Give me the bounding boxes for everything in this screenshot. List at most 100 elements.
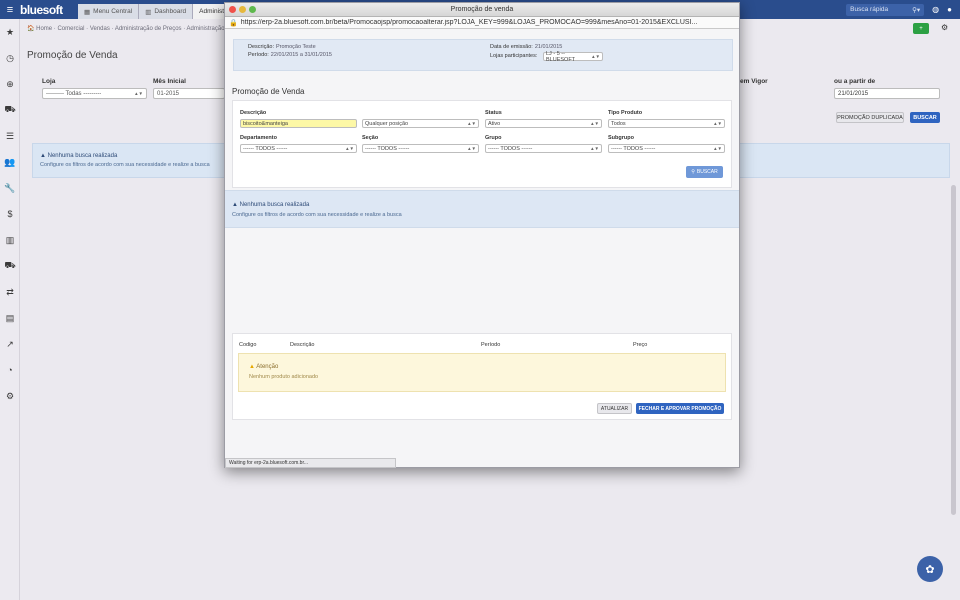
tab-label: Menu Central bbox=[93, 8, 133, 15]
promocao-popup-window: Promoção de venda 🔒 https://erp-2a.blueso… bbox=[224, 2, 740, 468]
add-green-button[interactable]: + bbox=[913, 23, 929, 34]
grupo-value: ------ TODOS ------ bbox=[488, 145, 533, 152]
maximize-window-icon[interactable] bbox=[249, 6, 256, 13]
lojas-participantes-value: LJ - 5 -- BLUESOFT bbox=[546, 50, 576, 63]
info-subtitle: Configure os filtros de acordo com sua n… bbox=[40, 162, 210, 168]
a-partir-date-input[interactable]: 21/01/2015 bbox=[834, 88, 940, 99]
users-icon[interactable]: 👥 bbox=[0, 149, 20, 175]
descricao-input[interactable]: biscoito&manteiga bbox=[240, 119, 357, 128]
status-select[interactable]: Ativo ▲▼ bbox=[485, 119, 602, 128]
tipo-produto-select[interactable]: Todos ▲▼ bbox=[608, 119, 725, 128]
address-bar[interactable]: 🔒 https://erp-2a.bluesoft.com.br/beta/Pro… bbox=[225, 17, 739, 29]
popup-section-title: Promoção de Venda bbox=[232, 87, 305, 96]
warning-icon: ▲ bbox=[232, 202, 240, 208]
mes-inicial-select[interactable]: 01-2015 bbox=[153, 88, 225, 99]
select-arrow-icon: ▲▼ bbox=[713, 146, 722, 151]
summary-periodo: Período: 22/01/2015 a 31/01/2015 bbox=[248, 52, 332, 58]
tipo-produto-label: Tipo Produto bbox=[608, 110, 643, 116]
select-arrow-icon: ▲▼ bbox=[467, 146, 476, 151]
lojas-participantes-select[interactable]: LJ - 5 -- BLUESOFT ▲▼ bbox=[543, 50, 603, 63]
filter-form: Descrição biscoito&manteiga Qualquer pos… bbox=[232, 100, 732, 188]
secao-select[interactable]: ------ TODOS ------ ▲▼ bbox=[362, 144, 479, 153]
grupo-select[interactable]: ------ TODOS ------ ▲▼ bbox=[485, 144, 602, 153]
descricao-label: Descrição bbox=[240, 110, 267, 116]
popup-buscar-label: BUSCAR bbox=[696, 169, 718, 175]
document-icon[interactable]: ▤ bbox=[0, 305, 20, 331]
popup-title: Promoção de venda bbox=[450, 6, 514, 13]
a-partir-label: ou a partir de bbox=[834, 78, 876, 85]
truck-icon[interactable]: ⛟ bbox=[0, 253, 20, 279]
page-title: Promoção de Venda bbox=[27, 50, 118, 61]
loja-select[interactable]: --------- Todas --------- ▲▼ bbox=[42, 88, 147, 99]
settings-icon[interactable]: ⚙ bbox=[941, 23, 948, 32]
app-logo[interactable]: bluesoft bbox=[20, 3, 63, 17]
empty-warning: ▲ Atenção Nenhum produto adicionado bbox=[238, 353, 726, 392]
bar-chart-icon[interactable]: ▥ bbox=[0, 227, 20, 253]
list-icon[interactable]: ☰ bbox=[0, 123, 20, 149]
help-fab-icon[interactable]: ✿ bbox=[917, 556, 943, 582]
summary-descricao-value: Promoção Teste bbox=[275, 44, 316, 50]
select-arrow-icon: ▲▼ bbox=[591, 54, 600, 59]
breadcrumb: 🏠 Home · Comercial · Vendas · Administra… bbox=[27, 26, 225, 32]
warning-text: Nenhum produto adicionado bbox=[249, 374, 319, 380]
quick-search-placeholder: Busca rápida bbox=[850, 6, 889, 13]
tab-dashboard[interactable]: ▥ Dashboard bbox=[139, 4, 194, 19]
summary-descricao: Descrição: Promoção Teste bbox=[248, 44, 316, 50]
fechar-aprovar-button[interactable]: FECHAR E APROVAR PROMOÇÃO bbox=[636, 403, 724, 414]
departamento-label: Departamento bbox=[240, 135, 277, 141]
secao-label: Seção bbox=[362, 135, 379, 141]
promocao-duplicada-button[interactable]: PROMOÇÃO DUPLICADA bbox=[836, 112, 904, 123]
info-title: ▲ Nenhuma busca realizada bbox=[40, 153, 117, 159]
posicao-select[interactable]: Qualquer posição ▲▼ bbox=[362, 119, 479, 128]
secao-value: ------ TODOS ------ bbox=[365, 145, 410, 152]
user-icon[interactable]: ● bbox=[947, 5, 952, 14]
column-header-descricao: Descrição bbox=[290, 342, 315, 348]
dollar-icon[interactable]: $ bbox=[0, 201, 20, 227]
address-url: https://erp-2a.bluesoft.com.br/beta/Prom… bbox=[240, 19, 698, 26]
grupo-label: Grupo bbox=[485, 135, 502, 141]
summary-periodo-label: Período: bbox=[248, 52, 269, 58]
cart-icon[interactable]: ⛟ bbox=[0, 97, 20, 123]
column-header-preco: Preço bbox=[633, 342, 648, 348]
browser-status-bar: Waiting for erp-2a.bluesoft.com.br... bbox=[225, 458, 396, 468]
wrench-icon[interactable]: 🔧 bbox=[0, 175, 20, 201]
descricao-input-value: biscoito&manteiga bbox=[243, 120, 288, 127]
info-title-text: Nenhuma busca realizada bbox=[47, 153, 118, 159]
quick-search-input[interactable]: Busca rápida ⚲▾ bbox=[846, 3, 925, 16]
minimize-window-icon[interactable] bbox=[239, 6, 246, 13]
summary-emissao-value: 21/01/2015 bbox=[534, 44, 563, 50]
summary-lojas-label: Lojas participantes: bbox=[490, 53, 538, 59]
posicao-value: Qualquer posição bbox=[365, 120, 409, 127]
select-arrow-icon: ▲▼ bbox=[590, 146, 599, 151]
search-icon: ⚲ bbox=[691, 169, 695, 175]
globe-icon[interactable]: ◍ bbox=[932, 5, 939, 14]
line-chart-icon[interactable]: ↗ bbox=[0, 331, 20, 357]
buscar-button[interactable]: BUSCAR bbox=[910, 112, 940, 123]
loja-select-value: --------- Todas --------- bbox=[46, 90, 102, 97]
mes-inicial-label: Mês Inicial bbox=[153, 78, 186, 85]
gear-icon[interactable]: ⚙ bbox=[0, 383, 20, 409]
clock-icon[interactable]: ◷ bbox=[0, 45, 20, 71]
select-arrow-icon: ▲▼ bbox=[345, 146, 354, 151]
column-header-codigo: Codigo bbox=[239, 342, 257, 348]
add-circle-icon[interactable]: ⊕ bbox=[0, 71, 20, 97]
window-controls bbox=[229, 6, 256, 13]
close-window-icon[interactable] bbox=[229, 6, 236, 13]
star-icon[interactable]: ★ bbox=[0, 19, 20, 45]
tab-menu-central[interactable]: ▦ Menu Central bbox=[78, 4, 140, 19]
popup-buscar-button[interactable]: ⚲ BUSCAR bbox=[686, 166, 723, 178]
departamento-value: ------ TODOS ------ bbox=[243, 145, 288, 152]
gauge-icon[interactable]: ◔ bbox=[0, 357, 20, 383]
lock-icon: 🔒 bbox=[229, 19, 238, 27]
select-arrow-icon: ▲▼ bbox=[134, 91, 143, 96]
popup-info-title: ▲ Nenhuma busca realizada bbox=[232, 202, 309, 208]
page-scrollbar[interactable] bbox=[951, 185, 956, 515]
departamento-select[interactable]: ------ TODOS ------ ▲▼ bbox=[240, 144, 357, 153]
select-arrow-icon: ▲▼ bbox=[467, 121, 476, 126]
popup-info-subtitle: Configure os filtros de acordo com sua n… bbox=[232, 212, 402, 218]
hamburger-menu-icon[interactable]: ≡ bbox=[0, 0, 20, 19]
transfer-icon[interactable]: ⇄ bbox=[0, 279, 20, 305]
mes-inicial-value: 01-2015 bbox=[157, 90, 180, 97]
subgrupo-select[interactable]: ------ TODOS ------ ▲▼ bbox=[608, 144, 725, 153]
atualizar-button[interactable]: ATUALIZAR bbox=[597, 403, 632, 414]
